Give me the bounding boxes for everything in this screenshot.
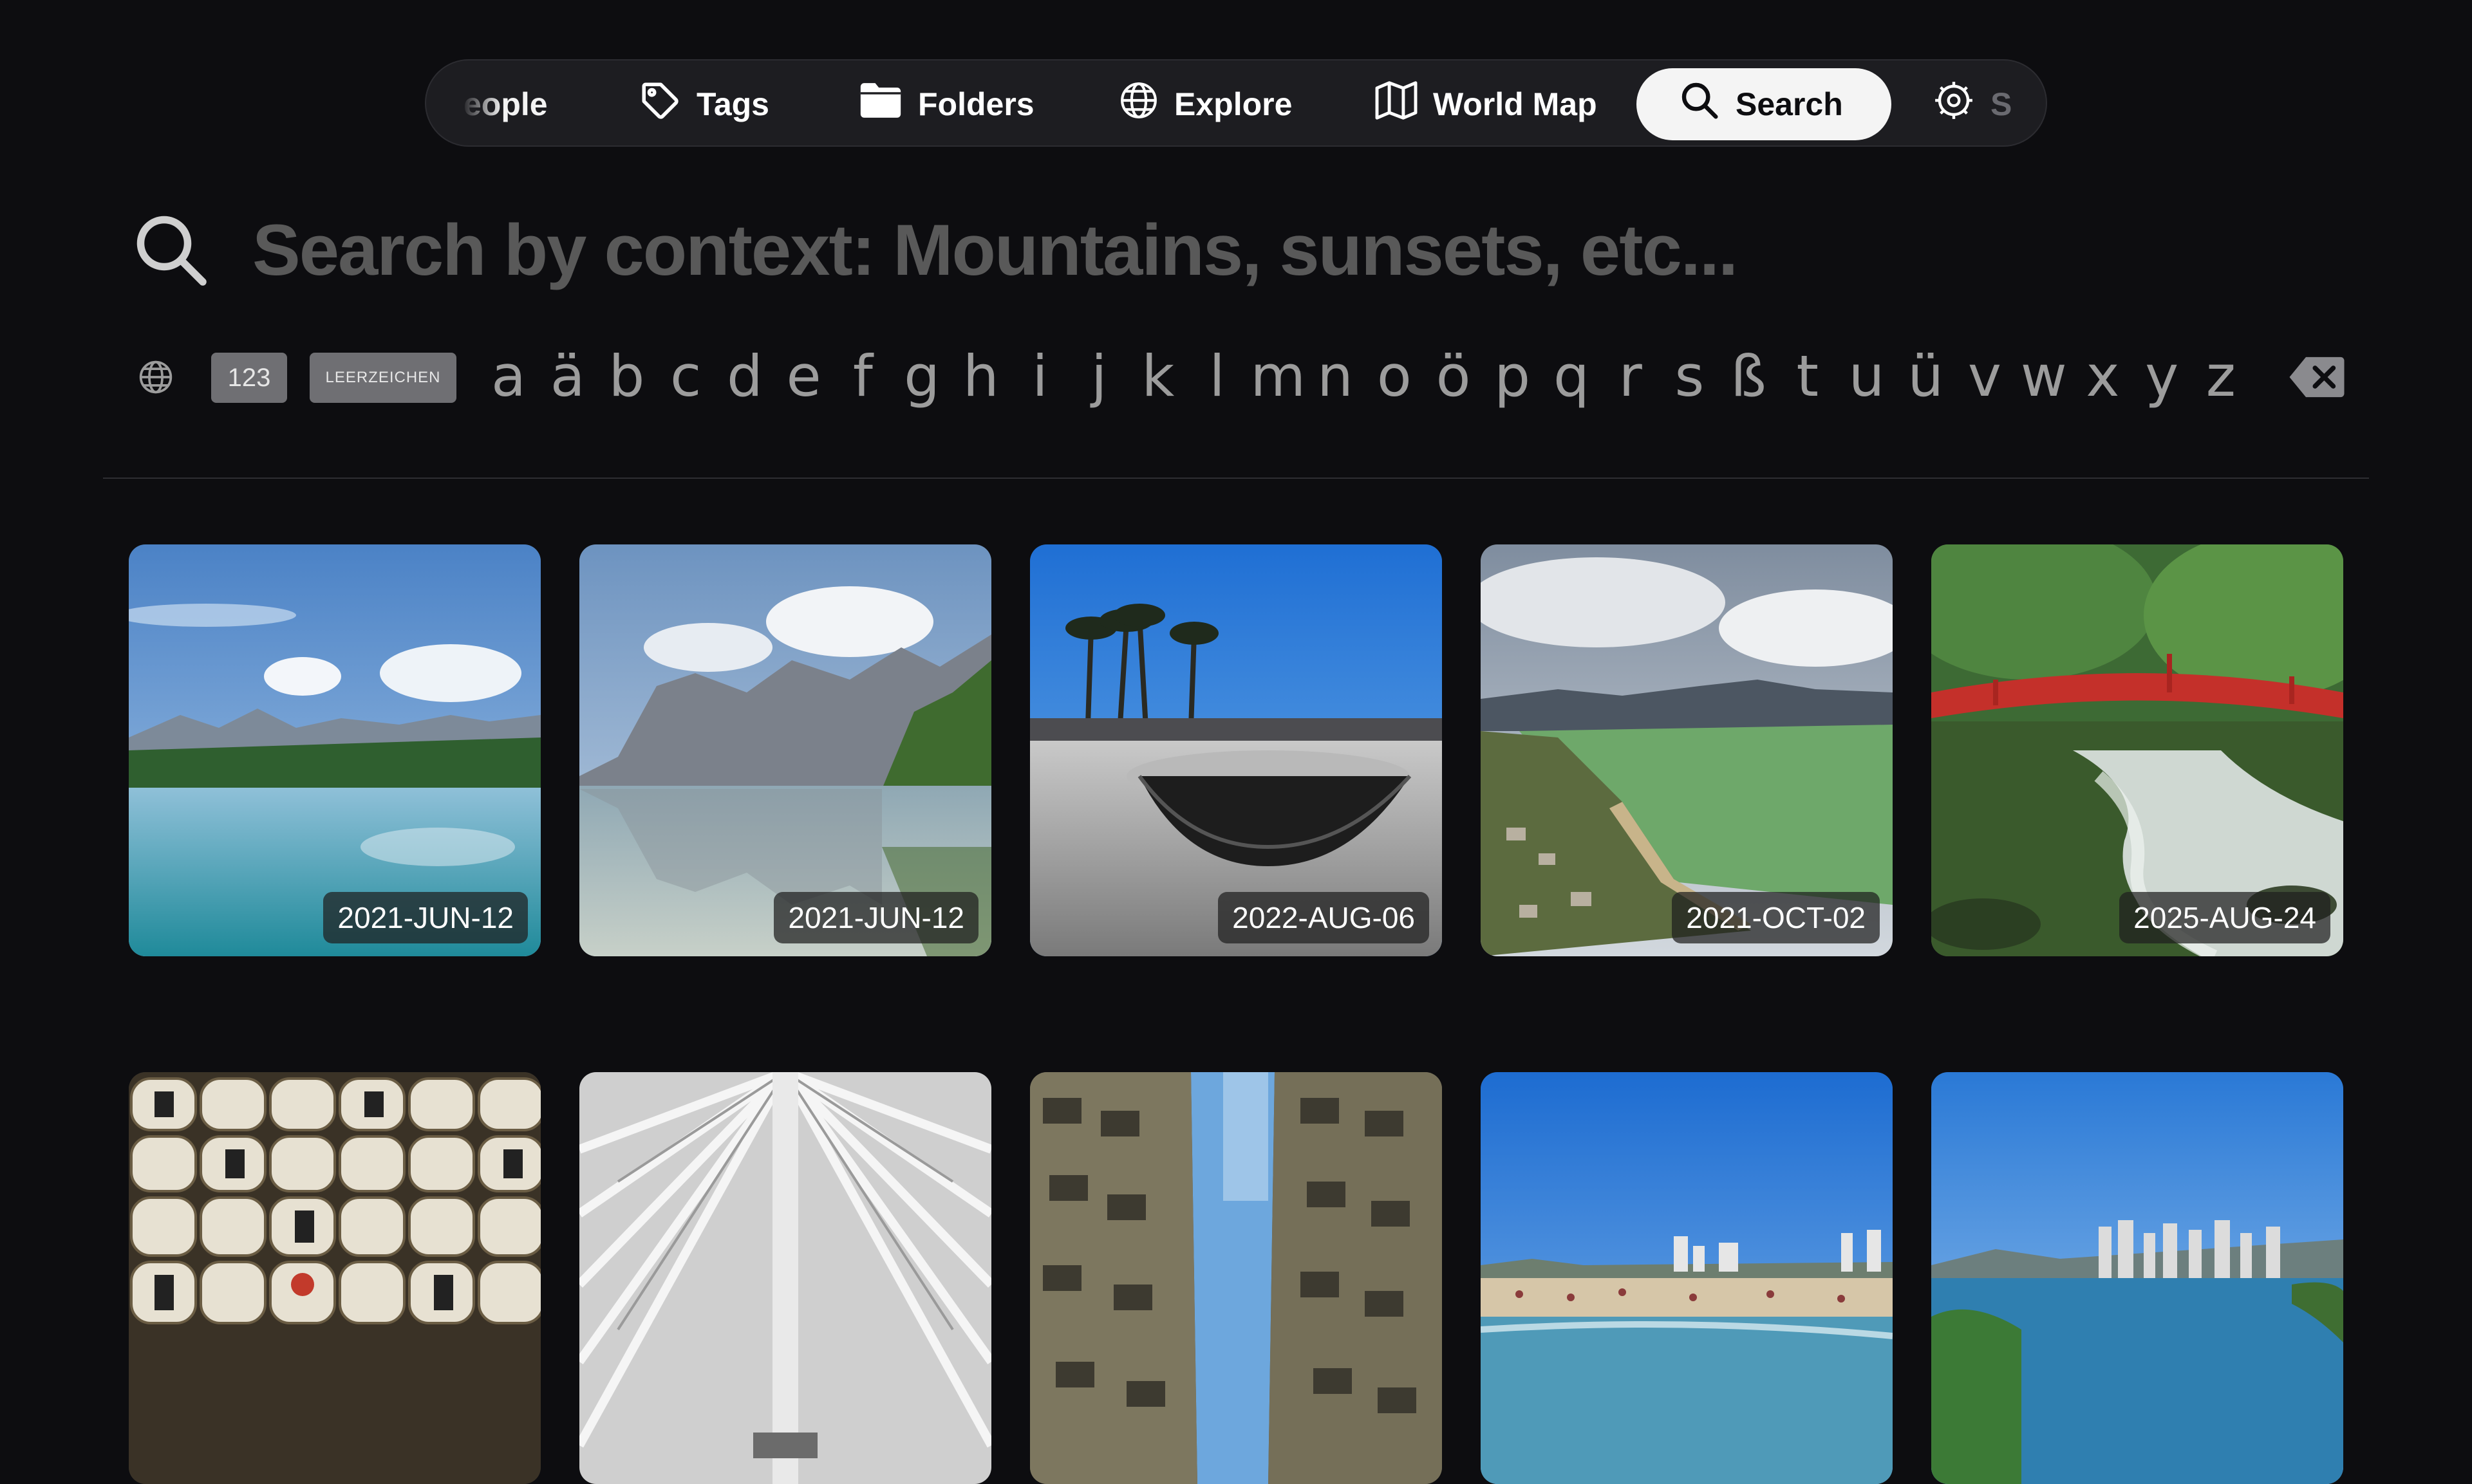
key-o-umlaut[interactable]: ö <box>1428 348 1479 405</box>
key-e[interactable]: e <box>778 348 830 405</box>
key-o[interactable]: o <box>1369 348 1420 405</box>
key-g[interactable]: g <box>896 348 948 405</box>
photo-tile[interactable]: 2021-JUN-12 <box>129 544 541 956</box>
key-f[interactable]: f <box>837 348 888 405</box>
keyboard-space-key[interactable]: LEERZEICHEN <box>310 353 456 403</box>
photo-tile[interactable]: 2025-AUG-24 <box>1931 544 2343 956</box>
globe-icon <box>1119 80 1159 128</box>
tab-tags[interactable]: Tags <box>639 68 769 140</box>
folder-icon <box>859 81 903 127</box>
key-a-umlaut[interactable]: ä <box>542 348 594 405</box>
tab-world-map[interactable]: World Map <box>1375 68 1597 140</box>
key-p[interactable]: p <box>1486 348 1538 405</box>
photo-tile[interactable]: 2022-AUG-06 <box>1030 544 1442 956</box>
search-field-icon <box>132 211 209 292</box>
tag-icon <box>639 79 681 129</box>
photo-white-ribbed-architecture <box>579 1072 991 1484</box>
key-h[interactable]: h <box>955 348 1007 405</box>
photo-harbor-skyline <box>1931 1072 2343 1484</box>
photo-date-badge: 2025-AUG-24 <box>2119 892 2330 943</box>
key-i[interactable]: i <box>1014 348 1065 405</box>
photo-tile[interactable]: 2021-JUN-12 <box>579 544 991 956</box>
gear-icon <box>1933 79 1975 129</box>
key-eszett[interactable]: ß <box>1723 348 1774 405</box>
key-s[interactable]: s <box>1663 348 1715 405</box>
top-navigation-bar: eople Tags Folders Explore World Map Sea… <box>425 59 2047 147</box>
keyboard-numbers-key[interactable]: 123 <box>211 353 287 403</box>
tab-explore-label: Explore <box>1174 86 1293 122</box>
key-v[interactable]: v <box>1959 348 2010 405</box>
tab-settings-label: S <box>1990 86 2012 122</box>
key-q[interactable]: q <box>1546 348 1597 405</box>
key-j[interactable]: j <box>1073 348 1125 405</box>
backspace-icon[interactable] <box>2289 355 2345 402</box>
tab-settings[interactable]: S <box>1933 68 2012 140</box>
photo-tile[interactable] <box>1931 1072 2343 1484</box>
key-l[interactable]: l <box>1192 348 1243 405</box>
photo-tile[interactable]: 2021-OCT-02 <box>1481 544 1893 956</box>
key-y[interactable]: y <box>2136 348 2187 405</box>
tab-explore[interactable]: Explore <box>1119 68 1292 140</box>
key-x[interactable]: x <box>2077 348 2128 405</box>
search-icon <box>1679 80 1720 129</box>
photo-sake-barrels <box>129 1072 541 1484</box>
section-divider <box>103 478 2369 479</box>
tab-people[interactable]: eople <box>464 68 548 140</box>
photo-tile[interactable] <box>579 1072 991 1484</box>
photo-date-badge: 2021-OCT-02 <box>1672 892 1880 943</box>
photo-date-badge: 2021-JUN-12 <box>774 892 979 943</box>
photo-date-badge: 2021-JUN-12 <box>323 892 528 943</box>
map-icon <box>1375 81 1418 127</box>
key-m[interactable]: m <box>1250 348 1306 405</box>
photo-apartment-courtyard <box>1030 1072 1442 1484</box>
keyboard-letter-row: a ä b c d e f g h i j k l m n o ö p q r … <box>483 335 2247 418</box>
key-d[interactable]: d <box>719 348 771 405</box>
photo-tile[interactable] <box>1030 1072 1442 1484</box>
photo-date-badge: 2022-AUG-06 <box>1218 892 1429 943</box>
tab-search[interactable]: Search <box>1636 68 1891 140</box>
key-c[interactable]: c <box>660 348 711 405</box>
photo-tile[interactable] <box>1481 1072 1893 1484</box>
key-u-umlaut[interactable]: ü <box>1900 348 1951 405</box>
key-t[interactable]: t <box>1782 348 1833 405</box>
tab-folders-label: Folders <box>918 86 1035 122</box>
key-k[interactable]: k <box>1132 348 1184 405</box>
tab-folders[interactable]: Folders <box>859 68 1035 140</box>
key-u[interactable]: u <box>1841 348 1893 405</box>
search-input[interactable] <box>251 205 2311 295</box>
photo-beach-city <box>1481 1072 1893 1484</box>
tab-search-label: Search <box>1736 86 1843 122</box>
tab-people-label: eople <box>464 86 548 122</box>
key-w[interactable]: w <box>2018 348 2070 405</box>
key-z[interactable]: z <box>2195 348 2247 405</box>
photo-tile[interactable] <box>129 1072 541 1484</box>
tab-world-map-label: World Map <box>1433 86 1597 122</box>
key-a[interactable]: a <box>483 348 534 405</box>
key-r[interactable]: r <box>1605 348 1656 405</box>
key-b[interactable]: b <box>601 348 652 405</box>
key-n[interactable]: n <box>1309 348 1361 405</box>
keyboard-language-globe-icon[interactable] <box>138 359 174 398</box>
tab-tags-label: Tags <box>697 86 769 122</box>
